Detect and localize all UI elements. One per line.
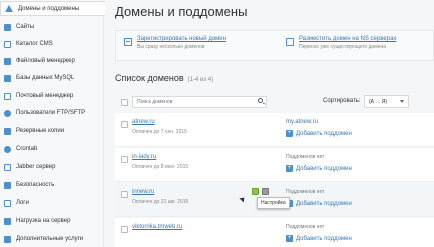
- sidebar-item-crontab[interactable]: Crontab: [0, 142, 104, 156]
- add-subdomain-button[interactable]: + Добавить поддомен: [286, 200, 352, 207]
- sidebar-item-label: Пользователи FTP/SFTP: [16, 110, 86, 116]
- sidebar-item-sites[interactable]: Сайты: [0, 20, 104, 34]
- add-subdomain-label: Добавить поддомен: [296, 200, 352, 207]
- register-domain-link[interactable]: Зарегистрировать новый домен: [137, 36, 226, 42]
- sites-icon: [4, 23, 11, 31]
- domain-name-link[interactable]: atnew.ru: [132, 119, 155, 125]
- no-subdomains-text: Поддоменов нет: [286, 154, 325, 160]
- sidebar-item-ftp[interactable]: Пользователи FTP/SFTP: [0, 106, 104, 120]
- security-icon: [4, 181, 11, 189]
- load-icon: [4, 217, 11, 225]
- transfer-domain-action: Разместить домен на NS серверах Перенос …: [286, 36, 396, 50]
- row-checkbox[interactable]: [121, 156, 128, 163]
- sidebar-item-label: Логи: [16, 200, 29, 206]
- sidebar-item-cms[interactable]: Каталог CMS: [0, 37, 104, 51]
- sidebar-item-label: Безопасность: [16, 182, 55, 188]
- sidebar-item-mail[interactable]: Почтовый менеджер: [0, 89, 104, 103]
- sidebar-item-label: Сайты: [16, 24, 35, 30]
- mail-icon: [4, 92, 11, 100]
- row-checkbox[interactable]: [121, 226, 128, 233]
- domain-paid-until: Оплачен до 21 авг. 2015: [132, 199, 189, 205]
- register-domain-desc: Вы сразу несколько доменов: [137, 44, 205, 50]
- sidebar-item-label: Базы данных MySQL: [16, 75, 75, 81]
- sidebar-item-label: Домены и поддомены: [18, 5, 80, 12]
- sidebar-item-label: Почтовый менеджер: [16, 93, 74, 99]
- subdomain-link[interactable]: my.atnew.ru: [286, 119, 318, 125]
- settings-icon[interactable]: [252, 188, 259, 195]
- sidebar: Домены и поддомены Сайты Каталог CMS Фай…: [0, 0, 105, 247]
- list-toolbar: Сортировать: (А → Я): [115, 92, 434, 112]
- sidebar-item-label: Jabber сервер: [16, 164, 56, 170]
- table-row: in-lady.ru Оплачен до 8 июн. 2015 Поддом…: [115, 148, 434, 182]
- row-checkbox[interactable]: [121, 191, 128, 198]
- transfer-domain-icon: [286, 38, 294, 46]
- select-all-checkbox[interactable]: [121, 99, 128, 106]
- plus-icon: +: [286, 165, 293, 172]
- jabber-icon: [4, 163, 11, 171]
- logs-icon: [4, 199, 11, 207]
- table-row: viktorrika.tmweb.ru Поддоменов нет + Доб…: [115, 218, 434, 247]
- database-icon: [4, 74, 11, 82]
- transfer-domain-link[interactable]: Разместить домен на NS серверах: [299, 36, 396, 42]
- sort-value: (А → Я): [369, 99, 388, 105]
- domain-paid-until: Оплачен до 7 сен. 2015: [132, 129, 187, 135]
- list-count: (1-4 из 4): [187, 77, 214, 83]
- page-title: Домены и поддомены: [115, 4, 248, 19]
- table-row: atnew.ru Оплачен до 7 сен. 2015 my.atnew…: [115, 113, 434, 147]
- domain-paid-until: Оплачен до 8 июн. 2015: [132, 164, 189, 170]
- sidebar-item-label: Резервные копии: [16, 128, 65, 134]
- sidebar-item-mysql[interactable]: Базы данных MySQL: [0, 71, 104, 85]
- sidebar-item-label: Нагрузка на сервер: [16, 218, 71, 224]
- sidebar-item-label: Crontab: [16, 146, 38, 152]
- row-checkbox[interactable]: [121, 121, 128, 128]
- sort-label: Сортировать:: [323, 98, 361, 104]
- domain-name-link[interactable]: in-lady.ru: [132, 154, 156, 160]
- add-subdomain-button[interactable]: + Добавить поддомен: [286, 235, 352, 242]
- transfer-domain-desc: Перенос уже существующего домена: [299, 44, 387, 50]
- sidebar-item-logs[interactable]: Логи: [0, 196, 104, 210]
- settings-tooltip: Настройка: [257, 197, 290, 209]
- backup-icon: [4, 127, 11, 135]
- register-domain-icon: [124, 38, 132, 46]
- list-title-text: Список доменов: [115, 73, 184, 83]
- add-subdomain-button[interactable]: + Добавить поддомен: [286, 165, 352, 172]
- sidebar-item-label: Каталог CMS: [16, 41, 53, 47]
- sidebar-item-security[interactable]: Безопасность: [0, 178, 104, 192]
- sidebar-item-backup[interactable]: Резервные копии: [0, 124, 104, 138]
- domain-name-link[interactable]: viktorrika.tmweb.ru: [132, 224, 182, 230]
- add-subdomain-button[interactable]: + Добавить поддомен: [286, 130, 352, 137]
- home-icon: [5, 5, 13, 12]
- chevron-down-icon: [400, 100, 404, 103]
- no-subdomains-text: Поддоменов нет: [286, 224, 325, 230]
- domain-actions-panel: Зарегистрировать новый домен Вы сразу не…: [115, 30, 434, 61]
- sidebar-item-domains[interactable]: Домены и поддомены: [0, 1, 105, 16]
- crontab-icon: [4, 145, 11, 153]
- plus-icon: +: [286, 130, 293, 137]
- sidebar-item-label: Файловый менеджер: [16, 58, 75, 64]
- search-input[interactable]: [132, 96, 267, 108]
- no-subdomains-text: Поддоменов нет: [286, 189, 325, 195]
- sidebar-item-services[interactable]: Дополнительные услуги: [0, 232, 104, 246]
- plus-icon: +: [286, 235, 293, 242]
- sidebar-item-jabber[interactable]: Jabber сервер: [0, 160, 104, 174]
- search-icon[interactable]: [258, 98, 263, 103]
- add-subdomain-label: Добавить поддомен: [296, 165, 352, 172]
- sidebar-item-file-manager[interactable]: Файловый менеджер: [0, 54, 104, 68]
- domain-list-title: Список доменов (1-4 из 4): [115, 73, 213, 83]
- delete-icon[interactable]: [262, 188, 269, 195]
- domain-name-link[interactable]: innew.ru: [132, 189, 154, 195]
- services-icon: [4, 235, 11, 243]
- row-tools: [252, 188, 272, 195]
- sidebar-item-load[interactable]: Нагрузка на сервер: [0, 214, 104, 228]
- file-manager-icon: [4, 57, 11, 65]
- sort-select[interactable]: (А → Я): [364, 95, 409, 108]
- cms-icon: [4, 40, 11, 48]
- sidebar-item-label: Дополнительные услуги: [16, 236, 84, 242]
- register-domain-action: Зарегистрировать новый домен Вы сразу не…: [124, 36, 226, 50]
- add-subdomain-label: Добавить поддомен: [296, 130, 352, 137]
- add-subdomain-label: Добавить поддомен: [296, 235, 352, 242]
- main-content: Домены и поддомены Зарегистрировать новы…: [105, 0, 434, 247]
- ftp-icon: [4, 109, 11, 117]
